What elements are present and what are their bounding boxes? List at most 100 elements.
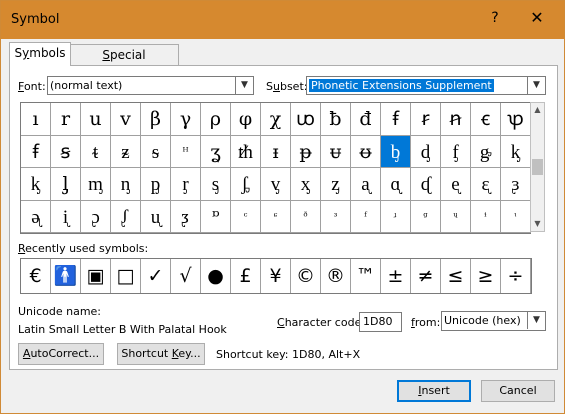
symbol-cell[interactable]: đ <box>351 103 381 136</box>
symbol-cell[interactable]: ʓ <box>201 135 231 168</box>
symbol-cell[interactable]: ᶘ <box>111 200 141 233</box>
recent-symbol-cell[interactable]: ® <box>321 259 351 293</box>
symbol-cell[interactable]: ᶑ <box>411 168 441 201</box>
recent-symbol-cell[interactable]: © <box>291 259 321 293</box>
recent-symbol-cell[interactable]: □ <box>111 259 141 293</box>
symbol-cell[interactable]: ᶙ <box>141 200 171 233</box>
symbol-cell[interactable]: u <box>81 103 111 136</box>
insert-button[interactable]: Insert <box>397 380 471 402</box>
grid-scrollbar[interactable]: ▲ ▼ <box>530 102 545 232</box>
recent-symbol-cell[interactable]: ÷ <box>501 259 531 293</box>
symbol-cell[interactable]: ꞥ <box>441 103 471 136</box>
symbol-cell[interactable]: ᶢ <box>411 200 441 233</box>
symbol-cell[interactable]: ᶛ <box>201 200 231 233</box>
symbol-cell[interactable]: ᵵ <box>81 135 111 168</box>
recent-symbol-cell[interactable]: ™ <box>351 259 381 293</box>
symbol-cell[interactable]: ᵺ <box>231 135 261 168</box>
scroll-down-icon[interactable]: ▼ <box>531 217 544 231</box>
symbol-cell[interactable]: ı <box>21 103 51 136</box>
shortcut-key-button[interactable]: Shortcut Key... <box>117 343 205 365</box>
symbol-cell[interactable]: ᶗ <box>81 200 111 233</box>
recent-symbol-cell[interactable]: ¥ <box>261 259 291 293</box>
character-code-input[interactable]: 1D80 <box>359 312 402 332</box>
symbol-cell[interactable]: β <box>141 103 171 136</box>
recent-symbol-cell[interactable]: £ <box>231 259 261 293</box>
tab-special-characters[interactable]: Special Characters <box>69 44 179 83</box>
symbol-cell[interactable]: ᶌ <box>261 168 291 201</box>
symbol-cell[interactable]: ꞙ <box>381 103 411 136</box>
symbol-cell[interactable]: ꞓ <box>471 103 501 136</box>
recent-symbol-cell[interactable]: ✓ <box>141 259 171 293</box>
symbol-cell[interactable]: ᶍ <box>291 168 321 201</box>
symbol-cell[interactable]: ꞩ <box>51 135 81 168</box>
autocorrect-button[interactable]: AutoCorrect... <box>18 343 104 365</box>
symbol-cell[interactable]: ᶃ <box>471 135 501 168</box>
symbol-cell[interactable]: ᶠ <box>351 200 381 233</box>
symbol-cell[interactable]: ᵽ <box>291 135 321 168</box>
recent-symbol-cell[interactable]: ≠ <box>411 259 441 293</box>
symbol-cell[interactable]: ꝕ <box>501 103 531 136</box>
symbol-cell[interactable]: ᶐ <box>381 168 411 201</box>
symbol-cell[interactable]: γ <box>171 103 201 136</box>
scroll-up-icon[interactable]: ▲ <box>531 103 544 117</box>
symbol-cell[interactable]: ᶇ <box>111 168 141 201</box>
recent-symbol-cell[interactable]: ▣ <box>81 259 111 293</box>
symbol-cell[interactable]: ᶥ <box>501 200 531 233</box>
symbol-cell[interactable]: ᶉ <box>171 168 201 201</box>
symbol-cell[interactable]: ᶓ <box>471 168 501 201</box>
symbol-cell[interactable]: ᶟ <box>321 200 351 233</box>
symbol-cell[interactable]: ᶤ <box>471 200 501 233</box>
cancel-button[interactable]: Cancel <box>481 380 555 402</box>
help-icon[interactable]: ? <box>485 10 505 26</box>
font-dropdown[interactable]: (normal text) ▼ <box>47 76 254 95</box>
tab-symbols[interactable]: Symbols <box>9 42 71 66</box>
symbol-cell[interactable]: ᶡ <box>381 200 411 233</box>
recent-symbol-cell[interactable]: ● <box>201 259 231 293</box>
from-dropdown[interactable]: Unicode (hex) ▼ <box>441 311 546 331</box>
recent-symbols[interactable]: € 🚹 ▣ □ ✓ √ ● £ ¥ © ® ™ ± ≠ ≤ ≥ ÷ <box>20 258 532 294</box>
chevron-down-icon[interactable]: ▼ <box>527 77 545 94</box>
symbol-cell[interactable]: ᵿ <box>351 135 381 168</box>
chevron-down-icon[interactable]: ▼ <box>235 77 253 94</box>
symbol-cell[interactable]: ᶎ <box>321 168 351 201</box>
symbol-cell[interactable]: ꞙ <box>21 135 51 168</box>
chevron-down-icon[interactable]: ▼ <box>527 312 545 329</box>
symbol-cell[interactable]: ᶊ <box>201 168 231 201</box>
scroll-thumb[interactable] <box>532 159 543 175</box>
symbol-cell[interactable]: r <box>51 103 81 136</box>
symbol-cell[interactable]: ρ <box>201 103 231 136</box>
symbol-cell[interactable]: ƀ <box>321 103 351 136</box>
symbol-cell[interactable]: ᶅ <box>51 168 81 201</box>
recent-symbol-cell[interactable]: ≤ <box>441 259 471 293</box>
symbol-cell[interactable]: ᶂ <box>441 135 471 168</box>
symbol-cell[interactable]: ᵶ <box>111 135 141 168</box>
symbol-cell[interactable]: χ <box>261 103 291 136</box>
symbol-cell[interactable]: ᵴ <box>141 135 171 168</box>
symbol-cell[interactable]: ᶝ <box>261 200 291 233</box>
symbol-cell[interactable]: φ <box>231 103 261 136</box>
symbol-cell[interactable]: ᶈ <box>141 168 171 201</box>
recent-symbol-cell[interactable]: € <box>21 259 51 293</box>
recent-symbol-cell[interactable]: √ <box>171 259 201 293</box>
symbol-cell[interactable]: ᶜ <box>231 200 261 233</box>
title-bar[interactable]: Symbol ? ✕ <box>1 1 564 39</box>
symbol-grid[interactable]: ıruvβγρφχꭣƀđꞙꞧꞥꞓꝕꞙꞩᵵᵶᵴᴴʓᵺᵻᵽᵾᵿᶀᶁᶂᶃᶄᶄᶅᶆᶇᶈᶉ… <box>20 102 531 234</box>
recent-symbol-cell[interactable]: 🚹 <box>51 259 81 293</box>
symbol-cell[interactable]: ᶏ <box>351 168 381 201</box>
symbol-cell[interactable]: v <box>111 103 141 136</box>
subset-dropdown[interactable]: Phonetic Extensions Supplement ▼ <box>306 76 546 95</box>
symbol-cell[interactable]: ᵾ <box>321 135 351 168</box>
close-icon[interactable]: ✕ <box>525 8 549 27</box>
symbol-cell[interactable]: ᶞ <box>291 200 321 233</box>
symbol-cell[interactable]: ᶄ <box>21 168 51 201</box>
symbol-cell[interactable]: ᶁ <box>411 135 441 168</box>
symbol-cell[interactable]: ᶀ <box>381 135 411 168</box>
symbol-cell[interactable]: ᶆ <box>81 168 111 201</box>
symbol-cell[interactable]: ᶔ <box>501 168 531 201</box>
symbol-cell[interactable]: ꞧ <box>411 103 441 136</box>
recent-symbol-cell[interactable]: ≥ <box>471 259 501 293</box>
symbol-cell[interactable]: ᶚ <box>171 200 201 233</box>
symbol-cell[interactable]: ᶋ <box>231 168 261 201</box>
symbol-cell[interactable]: ᶒ <box>441 168 471 201</box>
symbol-cell[interactable]: ᶄ <box>501 135 531 168</box>
